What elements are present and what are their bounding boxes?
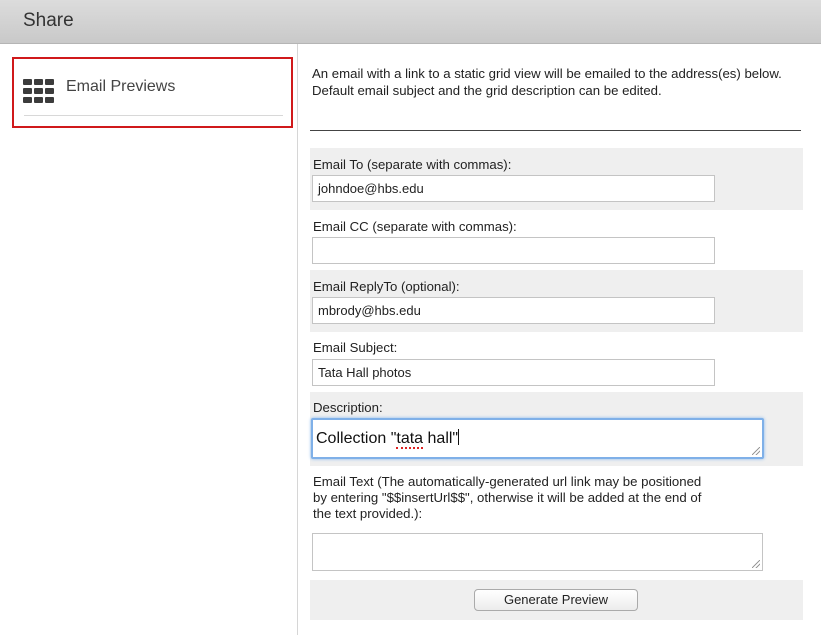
intro-text: An email with a link to a static grid vi… (312, 66, 782, 98)
dialog-titlebar: Share (0, 0, 821, 44)
email-cc-label: Email CC (separate with commas): (313, 219, 517, 234)
email-subject-section: Email Subject: Tata Hall photos (310, 332, 803, 392)
email-cc-section: Email CC (separate with commas): (310, 210, 803, 270)
email-to-label: Email To (separate with commas): (313, 157, 512, 172)
dialog-title: Share (23, 10, 74, 31)
description-textarea[interactable]: Collection "tata hall" (311, 418, 764, 459)
description-section: Description: Collection "tata hall" (310, 392, 803, 466)
email-form: An email with a link to a static grid vi… (298, 44, 821, 635)
email-text-textarea[interactable] (312, 533, 763, 571)
email-replyto-field[interactable]: mbrody@hbs.edu (312, 297, 715, 324)
email-to-section: Email To (separate with commas): johndoe… (310, 148, 803, 210)
sidebar: Email Previews (0, 44, 298, 635)
spellcheck-word: tata (396, 430, 424, 449)
email-subject-label: Email Subject: (313, 340, 398, 355)
resize-handle-icon[interactable] (752, 447, 760, 455)
text-cursor (458, 429, 460, 445)
email-text-label: Email Text (The automatically-generated … (313, 474, 702, 521)
generate-preview-button[interactable]: Generate Preview (474, 589, 638, 611)
divider (24, 115, 283, 116)
sidebar-item-email-previews[interactable]: Email Previews (12, 57, 293, 128)
email-cc-field[interactable] (312, 237, 715, 264)
email-replyto-section: Email ReplyTo (optional): mbrody@hbs.edu (310, 270, 803, 332)
divider (310, 130, 801, 131)
description-value: Collection "tata hall" (316, 429, 460, 449)
email-subject-field[interactable]: Tata Hall photos (312, 359, 715, 386)
grid-icon (23, 79, 55, 105)
resize-handle-icon[interactable] (752, 560, 760, 568)
email-to-field[interactable]: johndoe@hbs.edu (312, 175, 715, 202)
button-row: Generate Preview (310, 580, 803, 620)
dialog-content: Email Previews An email with a link to a… (0, 44, 821, 635)
sidebar-item-label: Email Previews (66, 78, 176, 95)
email-replyto-label: Email ReplyTo (optional): (313, 279, 460, 294)
description-label: Description: (313, 400, 383, 415)
email-text-section: Email Text (The automatically-generated … (310, 466, 803, 580)
